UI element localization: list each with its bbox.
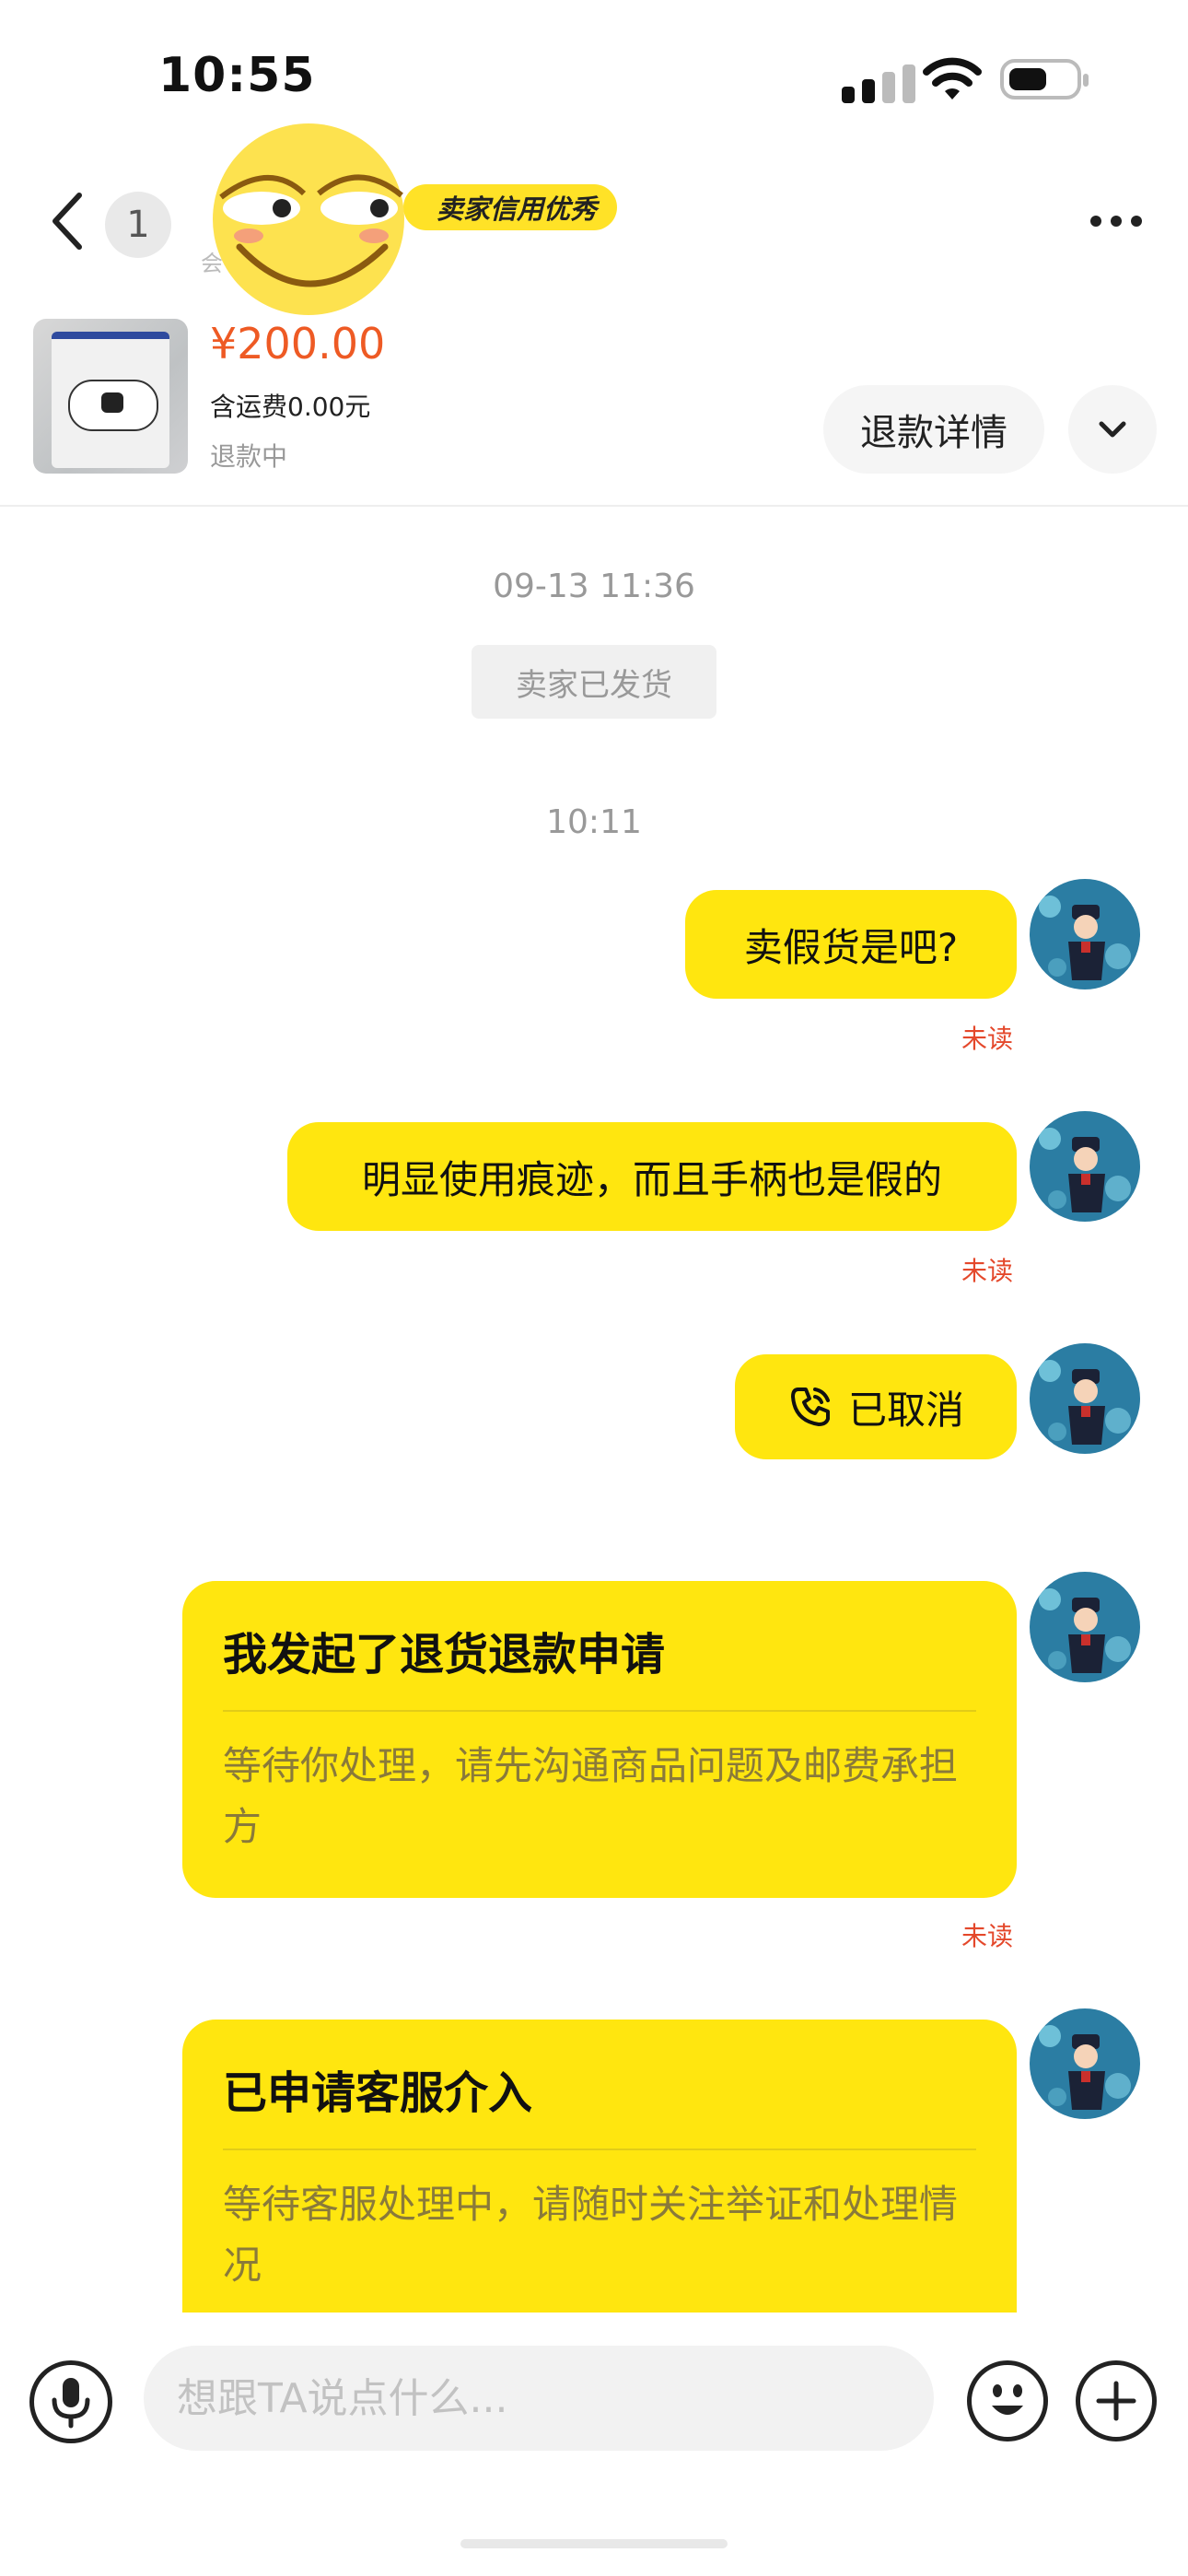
system-notice: 卖家已发货 (472, 645, 716, 719)
seller-credit-badge[interactable]: 卖家信用优秀 (403, 184, 618, 230)
card-divider (223, 2149, 976, 2150)
wifi-icon (923, 57, 982, 100)
battery-icon (1000, 59, 1089, 100)
microphone-icon (52, 2378, 90, 2429)
home-indicator (460, 2539, 728, 2548)
user-avatar[interactable] (1030, 879, 1140, 989)
read-status: 未读 (961, 1921, 1014, 1951)
order-price: ¥200.00 (210, 319, 386, 369)
shipping-fee: 含运费0.00元 (210, 392, 371, 422)
phone-call-icon (790, 1388, 830, 1426)
message-input[interactable] (144, 2346, 934, 2451)
header-divider (0, 505, 1188, 507)
emoji-button[interactable] (967, 2360, 1048, 2441)
card-description: 等待你处理，请先沟通商品问题及邮费承担方 (223, 1743, 959, 1849)
back-arrow-icon[interactable] (44, 190, 92, 252)
card-divider (223, 1710, 976, 1712)
chevron-down-icon (1099, 421, 1126, 438)
cellular-signal-icon (842, 61, 921, 103)
plus-icon (1096, 2381, 1136, 2421)
user-avatar[interactable] (1030, 1572, 1140, 1682)
unread-count-badge[interactable]: 1 (105, 192, 171, 258)
card-description: 等待客服处理中，请随时关注举证和处理情况 (223, 2182, 959, 2288)
chat-timestamp: 10:11 (546, 803, 642, 841)
message-bubble[interactable]: 明显使用痕迹，而且手柄也是假的 (287, 1122, 1017, 1231)
card-title: 我发起了退货退款申请 (223, 1629, 666, 1680)
more-actions-button[interactable] (1076, 2360, 1157, 2441)
read-status: 未读 (961, 1024, 1014, 1054)
seller-avatar-emoji-icon[interactable] (204, 112, 413, 317)
call-record-bubble[interactable]: 已取消 (735, 1354, 1017, 1459)
read-status: 未读 (961, 1256, 1014, 1286)
call-status-label: 已取消 (847, 1387, 964, 1433)
voice-input-button[interactable] (29, 2360, 112, 2443)
refund-request-card[interactable]: 我发起了退货退款申请 等待你处理，请先沟通商品问题及邮费承担方 (182, 1581, 1017, 1898)
product-thumbnail[interactable] (33, 319, 188, 474)
user-avatar[interactable] (1030, 1111, 1140, 1222)
user-avatar[interactable] (1030, 2008, 1140, 2119)
order-status: 退款中 (210, 441, 288, 472)
message-bubble[interactable]: 卖假货是吧? (685, 890, 1017, 999)
emoji-icon (992, 2384, 1023, 2415)
refund-details-button[interactable]: 退款详情 (823, 385, 1044, 474)
card-title: 已申请客服介入 (223, 2067, 533, 2119)
status-time: 10:55 (158, 48, 316, 103)
user-avatar[interactable] (1030, 1343, 1140, 1454)
more-options-icon[interactable] (1087, 210, 1146, 232)
chat-timestamp: 09-13 11:36 (493, 568, 695, 605)
expand-order-button[interactable] (1068, 385, 1157, 474)
